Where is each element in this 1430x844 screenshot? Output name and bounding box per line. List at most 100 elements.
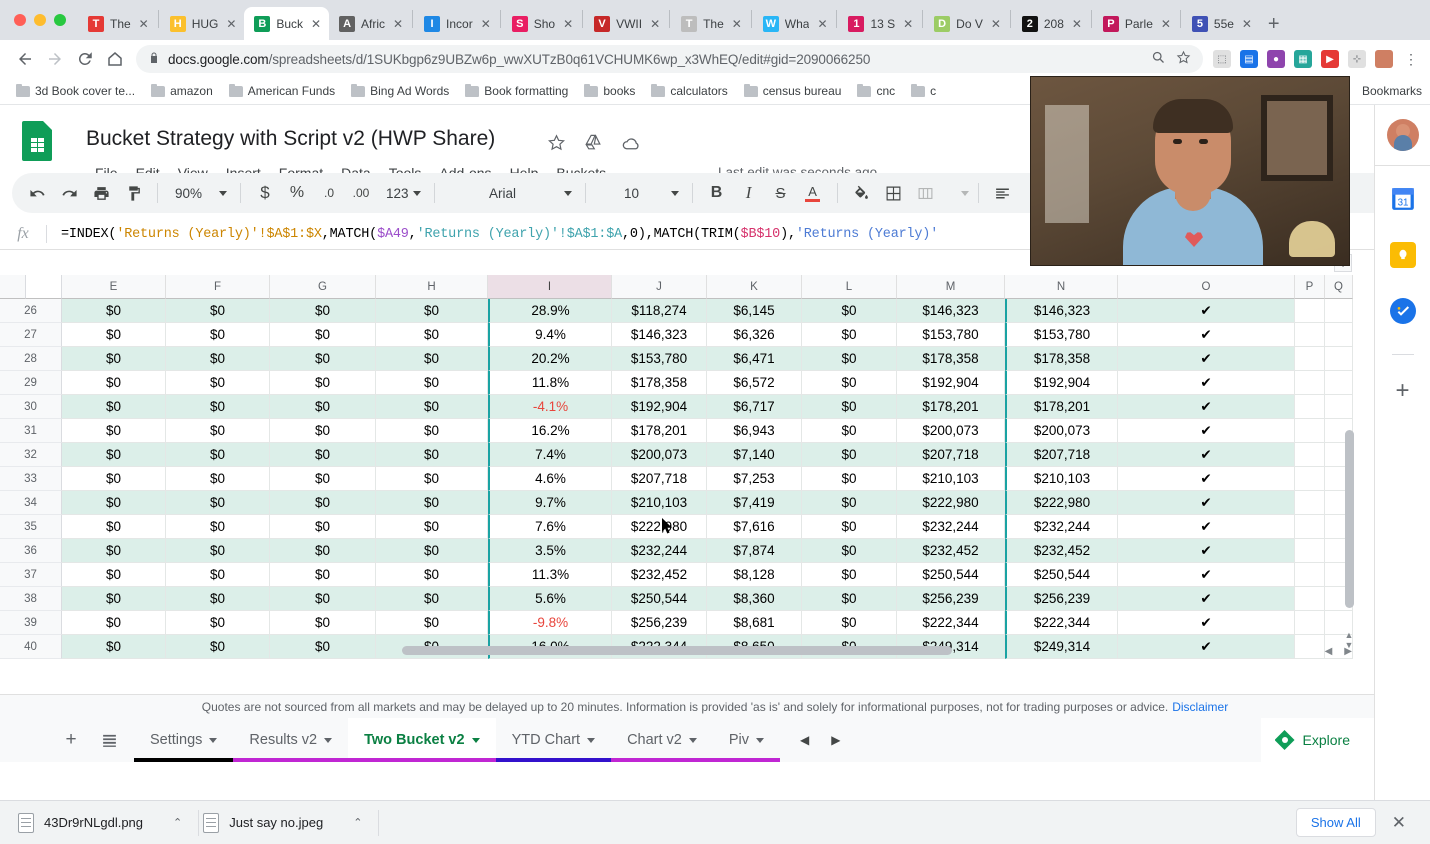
cell-J39[interactable]: $256,239 — [612, 611, 707, 635]
cell-N35[interactable]: $232,244 — [1005, 515, 1118, 539]
cell-P35[interactable] — [1295, 515, 1325, 539]
cell-O35[interactable]: ✔ — [1118, 515, 1295, 539]
browser-tab[interactable]: I Incor ✕ — [414, 7, 499, 40]
cell-H31[interactable]: $0 — [376, 419, 488, 443]
bookmark-star-icon[interactable] — [1176, 50, 1191, 68]
cell-N38[interactable]: $256,239 — [1005, 587, 1118, 611]
row-header-29[interactable]: 29 — [0, 371, 62, 395]
row-header-31[interactable]: 31 — [0, 419, 62, 443]
webcam-video-overlay[interactable] — [1030, 76, 1350, 266]
zoom-selector[interactable]: 90% — [167, 179, 231, 207]
cell-N39[interactable]: $222,344 — [1005, 611, 1118, 635]
cell-J37[interactable]: $232,452 — [612, 563, 707, 587]
cell-M29[interactable]: $192,904 — [897, 371, 1005, 395]
cell-P27[interactable] — [1295, 323, 1325, 347]
browser-tab[interactable]: W Wha ✕ — [753, 7, 836, 40]
column-header-Q[interactable]: Q — [1325, 275, 1353, 299]
download-item[interactable]: Just say no.jpeg ⌃ — [199, 807, 378, 839]
cell-J26[interactable]: $118,274 — [612, 299, 707, 323]
close-tab-icon[interactable]: ✕ — [309, 17, 323, 31]
extension-teal-icon[interactable]: ▦ — [1294, 50, 1312, 68]
borders-icon[interactable] — [879, 178, 909, 208]
browser-tab[interactable]: T The ✕ — [78, 7, 157, 40]
home-icon[interactable] — [100, 44, 130, 74]
table-row[interactable]: 39 $0 $0 $0 $0 -9.8% $256,239 $8,681 $0 $222,344 $… — [0, 611, 1430, 635]
table-row[interactable]: 32 $0 $0 $0 $0 7.4% $200,073 $7,140 $0 $207,718 $2… — [0, 443, 1430, 467]
text-color-button[interactable]: A — [798, 178, 828, 208]
cell-I35[interactable]: 7.6% — [488, 515, 612, 539]
close-tab-icon[interactable]: ✕ — [648, 17, 662, 31]
spreadsheet-grid[interactable]: + EFGHIJKLMNOPQ 26$0$0$0$028.9%$118,274$… — [0, 250, 1430, 659]
cell-P37[interactable] — [1295, 563, 1325, 587]
close-tab-icon[interactable]: ✕ — [1240, 17, 1254, 31]
merge-cells-icon[interactable] — [911, 178, 941, 208]
chevron-down-icon[interactable] — [756, 737, 765, 743]
decrease-decimal-button[interactable]: .0 — [314, 178, 344, 208]
cell-O28[interactable]: ✔ — [1118, 347, 1295, 371]
cell-I30[interactable]: -4.1% — [488, 395, 612, 419]
browser-tab[interactable]: H HUG ✕ — [160, 7, 245, 40]
sheet-tab-results-v2[interactable]: Results v2 — [233, 718, 349, 762]
cell-J32[interactable]: $200,073 — [612, 443, 707, 467]
increase-decimal-button[interactable]: .00 — [346, 178, 376, 208]
browser-tab[interactable]: A Afric ✕ — [329, 7, 411, 40]
cell-F33[interactable]: $0 — [166, 467, 270, 491]
grid-rows[interactable]: 26 $0 $0 $0 $0 28.9% $118,274 $6,145 $0 $146,323 $… — [0, 299, 1430, 659]
cell-G26[interactable]: $0 — [270, 299, 376, 323]
browser-tab[interactable]: T The ✕ — [671, 7, 750, 40]
cell-N27[interactable]: $153,780 — [1005, 323, 1118, 347]
new-tab-button[interactable]: + — [1268, 14, 1280, 34]
table-row[interactable]: 37 $0 $0 $0 $0 11.3% $232,452 $8,128 $0 $250,544 $… — [0, 563, 1430, 587]
cell-N37[interactable]: $250,544 — [1005, 563, 1118, 587]
cell-H32[interactable]: $0 — [376, 443, 488, 467]
cell-H35[interactable]: $0 — [376, 515, 488, 539]
cell-P38[interactable] — [1295, 587, 1325, 611]
cell-F29[interactable]: $0 — [166, 371, 270, 395]
column-header-H[interactable]: H — [376, 275, 488, 299]
browser-extensions[interactable]: ⬚ ▤ ● ▦ ▶ ⊹ ⋮ — [1203, 50, 1420, 68]
bookmark-item[interactable]: census bureau — [738, 82, 848, 100]
cell-P29[interactable] — [1295, 371, 1325, 395]
avatar[interactable] — [1386, 119, 1419, 151]
cell-L30[interactable]: $0 — [802, 395, 897, 419]
cell-M28[interactable]: $178,358 — [897, 347, 1005, 371]
cell-P31[interactable] — [1295, 419, 1325, 443]
address-bar[interactable]: docs.google.com/spreadsheets/d/1SUKbgp6z… — [136, 45, 1203, 73]
strikethrough-button[interactable]: S — [766, 178, 796, 208]
sheet-nav-arrows[interactable]: ◀ ▶ — [780, 718, 860, 762]
cell-F28[interactable]: $0 — [166, 347, 270, 371]
cloud-saved-icon[interactable] — [621, 133, 642, 159]
chrome-menu-icon[interactable]: ⋮ — [1402, 50, 1420, 68]
browser-tab[interactable]: 5 55e ✕ — [1182, 7, 1260, 40]
cell-G31[interactable]: $0 — [270, 419, 376, 443]
maximize-window-button[interactable] — [54, 14, 66, 26]
cell-L29[interactable]: $0 — [802, 371, 897, 395]
cell-N36[interactable]: $232,452 — [1005, 539, 1118, 563]
cell-E34[interactable]: $0 — [62, 491, 166, 515]
cell-G34[interactable]: $0 — [270, 491, 376, 515]
close-window-button[interactable] — [14, 14, 26, 26]
cell-K38[interactable]: $8,360 — [707, 587, 802, 611]
percent-format-button[interactable]: % — [282, 178, 312, 208]
cell-M38[interactable]: $256,239 — [897, 587, 1005, 611]
cell-F38[interactable]: $0 — [166, 587, 270, 611]
column-header-J[interactable]: J — [612, 275, 707, 299]
select-all-corner[interactable] — [0, 275, 26, 299]
chevron-down-icon[interactable] — [209, 737, 218, 743]
sheet-tab-piv[interactable]: Piv — [712, 718, 781, 762]
column-header-I[interactable]: I — [488, 275, 612, 299]
cell-M27[interactable]: $153,780 — [897, 323, 1005, 347]
close-tab-icon[interactable]: ✕ — [391, 17, 405, 31]
cell-L38[interactable]: $0 — [802, 587, 897, 611]
cell-P26[interactable] — [1295, 299, 1325, 323]
cell-G35[interactable]: $0 — [270, 515, 376, 539]
cell-I36[interactable]: 3.5% — [488, 539, 612, 563]
font-size-selector[interactable]: 10 — [595, 179, 683, 207]
cell-G27[interactable]: $0 — [270, 323, 376, 347]
move-to-drive-icon[interactable] — [584, 133, 603, 157]
cell-P39[interactable] — [1295, 611, 1325, 635]
cell-E38[interactable]: $0 — [62, 587, 166, 611]
cell-F30[interactable]: $0 — [166, 395, 270, 419]
cell-L28[interactable]: $0 — [802, 347, 897, 371]
cell-L34[interactable]: $0 — [802, 491, 897, 515]
